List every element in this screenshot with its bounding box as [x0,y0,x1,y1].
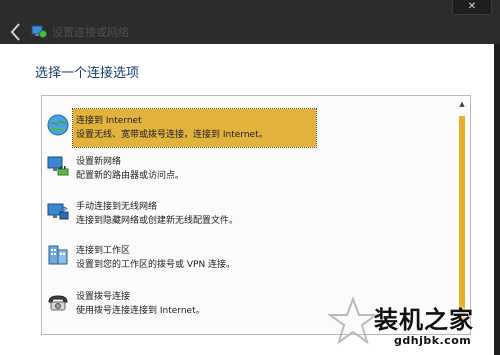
option-description: 连接到隐藏网络或创建新无线配置文件。 [76,216,239,226]
back-arrow-icon [10,23,20,41]
scroll-up-arrow-icon[interactable]: ▲ [458,100,466,108]
network-setup-icon [31,24,47,38]
option-connect-internet[interactable]: 连接到 Internet 设置无线、宽带或拨号连接，连接到 Internet。 [72,108,317,148]
watermark-title: 装机之家 [374,306,474,334]
page-heading: 选择一个连接选项 [35,66,140,81]
option-title: 连接到 Internet [76,116,142,126]
globe-internet-icon [46,113,70,137]
scroll-thumb[interactable] [459,116,465,320]
option-title: 设置拨号连接 [76,292,131,302]
window-title: 设置连接或网络 [52,26,129,39]
option-title: 设置新网络 [76,157,122,167]
watermark: 装机之家 gdhjbk.com [326,292,500,355]
title-bar: ✕ 设置连接或网络 [0,0,500,44]
option-setup-new-network[interactable]: 设置新网络 配置新的路由器或访问点。 [45,150,453,188]
watermark-star-icon [328,296,378,345]
option-manual-wireless[interactable]: 手动连接到无线网络 连接到隐藏网络或创建新无线配置文件。 [45,195,453,233]
back-button[interactable] [9,22,23,42]
option-description: 使用拨号连接连接到 Internet。 [76,306,205,316]
close-button[interactable]: ✕ [452,0,492,15]
option-title: 手动连接到无线网络 [76,202,158,212]
option-title: 连接到工作区 [76,246,131,256]
option-description: 设置无线、宽带或拨号连接，连接到 Internet。 [76,130,268,140]
option-description: 设置到您的工作区的拨号或 VPN 连接。 [76,260,236,270]
option-connect-workplace[interactable]: 连接到工作区 设置到您的工作区的拨号或 VPN 连接。 [45,239,453,277]
watermark-url: gdhjbk.com [394,334,472,347]
option-description: 配置新的路由器或访问点。 [76,171,185,181]
